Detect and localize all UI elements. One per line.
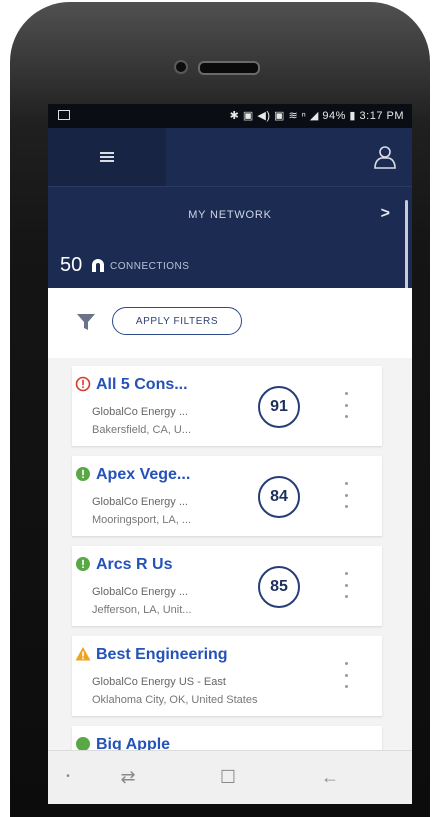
list-item[interactable]: Apex Vege... GlobalCo Energy ... Mooring… bbox=[72, 456, 382, 536]
connections-icon bbox=[92, 259, 104, 272]
app-screen: ✱ ▣ ◀) ▣ ≋ ⁿ ◢ 94% ▮ 3:17 PM MY NETWORK … bbox=[48, 104, 412, 804]
filter-row: APPLY FILTERS bbox=[48, 288, 412, 358]
apply-filters-button[interactable]: APPLY FILTERS bbox=[112, 307, 242, 335]
connections-list: All 5 Cons... GlobalCo Energy ... Bakers… bbox=[48, 358, 412, 750]
menu-button[interactable] bbox=[48, 128, 166, 186]
connection-name[interactable]: Best Engineering bbox=[96, 646, 228, 664]
score-badge: 84 bbox=[258, 476, 300, 518]
more-options-icon[interactable] bbox=[340, 392, 352, 418]
my-network-title: MY NETWORK bbox=[188, 209, 272, 221]
user-icon[interactable] bbox=[372, 144, 398, 170]
status-bar: ✱ ▣ ◀) ▣ ≋ ⁿ ◢ 94% ▮ 3:17 PM bbox=[48, 104, 412, 128]
connections-bar: 50 CONNECTIONS bbox=[48, 244, 412, 288]
list-item[interactable]: All 5 Cons... GlobalCo Energy ... Bakers… bbox=[72, 366, 382, 446]
connection-location: Mooringsport, LA, ... bbox=[92, 514, 192, 526]
connection-name[interactable]: Big Apple bbox=[96, 736, 170, 750]
chevron-right-icon: > bbox=[380, 205, 390, 222]
dot-icon: • bbox=[66, 771, 70, 782]
back-arrow-icon[interactable]: ← bbox=[320, 767, 340, 787]
filter-icon[interactable] bbox=[76, 312, 96, 332]
ok-status-icon bbox=[76, 557, 90, 571]
connection-location: Bakersfield, CA, U... bbox=[92, 424, 192, 436]
connection-location: Oklahoma City, OK, United States bbox=[92, 694, 258, 706]
ok-status-icon bbox=[76, 467, 90, 481]
home-button-icon[interactable]: ☐ bbox=[218, 767, 238, 787]
more-options-icon[interactable] bbox=[340, 572, 352, 598]
android-nav-bar: • ⇄ ☐ ← bbox=[48, 750, 412, 804]
connection-name[interactable]: Apex Vege... bbox=[96, 466, 190, 484]
connection-company: GlobalCo Energy ... bbox=[92, 406, 188, 418]
hamburger-icon bbox=[100, 152, 114, 162]
app-header bbox=[48, 128, 412, 186]
score-badge: 85 bbox=[258, 566, 300, 608]
status-indicators: ✱ ▣ ◀) ▣ ≋ ⁿ ◢ 94% ▮ 3:17 PM bbox=[229, 110, 404, 122]
earpiece-speaker bbox=[198, 61, 260, 75]
connection-company: GlobalCo Energy ... bbox=[92, 496, 188, 508]
score-badge: 91 bbox=[258, 386, 300, 428]
connections-label: CONNECTIONS bbox=[110, 261, 190, 272]
more-options-icon[interactable] bbox=[340, 662, 352, 688]
connection-company: GlobalCo Energy US - East bbox=[92, 676, 226, 688]
my-network-bar[interactable]: MY NETWORK > bbox=[48, 186, 412, 245]
list-item[interactable]: Best Engineering GlobalCo Energy US - Ea… bbox=[72, 636, 382, 716]
connection-company: GlobalCo Energy ... bbox=[92, 586, 188, 598]
list-item[interactable]: Big Apple bbox=[72, 726, 382, 750]
connections-count: 50 bbox=[60, 254, 83, 276]
more-options-icon[interactable] bbox=[340, 482, 352, 508]
recent-apps-icon[interactable]: ⇄ bbox=[118, 767, 138, 787]
list-item[interactable]: Arcs R Us GlobalCo Energy ... Jefferson,… bbox=[72, 546, 382, 626]
ok-status-icon bbox=[76, 737, 90, 750]
connection-name[interactable]: All 5 Cons... bbox=[96, 376, 188, 394]
connection-name[interactable]: Arcs R Us bbox=[96, 556, 172, 574]
connection-location: Jefferson, LA, Unit... bbox=[92, 604, 192, 616]
error-status-icon bbox=[75, 376, 91, 392]
camera bbox=[174, 60, 188, 74]
warning-status-icon bbox=[75, 647, 91, 661]
image-notification-icon bbox=[58, 110, 70, 120]
